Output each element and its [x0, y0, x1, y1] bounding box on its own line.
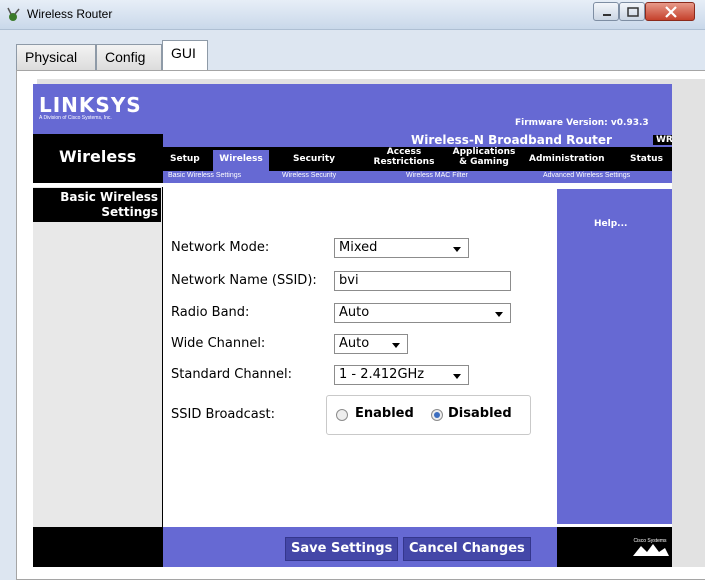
chevron-down-icon — [453, 374, 461, 379]
nav-access-line2: Restrictions — [373, 157, 435, 167]
cisco-systems-logo: Cisco Systems — [633, 538, 669, 556]
subnav-wireless-security[interactable]: Wireless Security — [282, 172, 336, 179]
network-mode-value: Mixed — [339, 240, 378, 255]
nav-access-line1: Access — [386, 147, 422, 157]
chevron-down-icon — [453, 247, 461, 252]
window-title: Wireless Router — [27, 7, 113, 21]
maximize-icon — [627, 7, 639, 17]
standard-channel-label: Standard Channel: — [171, 367, 293, 382]
radio-band-select[interactable]: Auto — [334, 303, 511, 323]
subnav-advanced[interactable]: Advanced Wireless Settings — [543, 172, 630, 179]
maximize-button[interactable] — [619, 2, 645, 21]
subnav-mac-filter[interactable]: Wireless MAC Filter — [406, 172, 468, 179]
tab-physical[interactable]: Physical — [16, 44, 96, 70]
ssid-label: Network Name (SSID): — [171, 273, 317, 288]
ssid-broadcast-enabled-radio[interactable] — [336, 409, 348, 421]
close-button[interactable] — [645, 2, 695, 21]
left-sidebar — [33, 187, 163, 527]
wide-channel-label: Wide Channel: — [171, 336, 266, 351]
nav-applications-gaming[interactable]: Applications & Gaming — [449, 147, 519, 167]
disabled-label: Disabled — [448, 406, 512, 421]
title-bar: Wireless Router — [0, 0, 705, 30]
nav-administration[interactable]: Administration — [529, 154, 605, 164]
cisco-logo-text: Cisco Systems — [633, 538, 667, 544]
ssid-input[interactable]: bvi — [334, 271, 511, 291]
nav-apps-line2: & Gaming — [459, 157, 509, 167]
sidebar-title-line1: Basic Wireless — [60, 190, 158, 204]
section-title: Wireless — [59, 147, 137, 166]
firmware-version: Firmware Version: v0.93.3 — [515, 118, 649, 128]
standard-channel-select[interactable]: 1 - 2.412GHz — [334, 365, 469, 385]
tab-config[interactable]: Config — [96, 44, 162, 70]
footer-left — [33, 527, 163, 567]
logo-subtitle: A Division of Cisco Systems, Inc. — [39, 115, 112, 121]
router-app-icon — [7, 7, 20, 21]
network-mode-label: Network Mode: — [171, 240, 270, 255]
router-web-page: LINKSYS A Division of Cisco Systems, Inc… — [33, 84, 705, 567]
wide-channel-select[interactable]: Auto — [334, 334, 408, 354]
subnav-basic-wireless[interactable]: Basic Wireless Settings — [168, 172, 241, 179]
radio-band-value: Auto — [339, 305, 370, 320]
save-settings-button[interactable]: Save Settings — [285, 537, 399, 561]
ssid-broadcast-disabled-radio[interactable] — [431, 409, 443, 421]
sidebar-title-line2: Settings — [101, 205, 158, 219]
close-icon — [665, 6, 677, 18]
nav-status[interactable]: Status — [630, 154, 663, 164]
nav-access-restrictions[interactable]: Access Restrictions — [369, 147, 439, 167]
header-banner: LINKSYS A Division of Cisco Systems, Inc… — [33, 84, 705, 134]
wide-channel-value: Auto — [339, 336, 370, 351]
ssid-value: bvi — [339, 273, 359, 288]
radio-band-label: Radio Band: — [171, 305, 250, 320]
application-window: Wireless Router Physical Config GUI LINK… — [0, 0, 705, 580]
nav-apps-line1: Applications — [452, 147, 516, 157]
minimize-icon — [603, 14, 611, 16]
standard-channel-value: 1 - 2.412GHz — [339, 367, 425, 382]
page-scroll-margin — [672, 84, 705, 567]
nav-security[interactable]: Security — [293, 154, 335, 164]
enabled-label: Enabled — [355, 406, 414, 421]
cancel-changes-button[interactable]: Cancel Changes — [403, 537, 531, 561]
ssid-broadcast-label: SSID Broadcast: — [171, 407, 275, 422]
nav-setup[interactable]: Setup — [170, 154, 200, 164]
help-link[interactable]: Help... — [594, 219, 627, 229]
product-name: Wireless-N Broadband Router — [411, 133, 612, 147]
sidebar-title: Basic Wireless Settings — [33, 188, 161, 222]
network-mode-select[interactable]: Mixed — [334, 238, 469, 258]
minimize-button[interactable] — [593, 2, 619, 21]
chevron-down-icon — [495, 312, 503, 317]
tab-gui[interactable]: GUI — [162, 40, 208, 71]
nav-wireless[interactable]: Wireless — [213, 150, 269, 171]
linksys-logo: LINKSYS — [39, 93, 142, 117]
chevron-down-icon — [392, 343, 400, 348]
